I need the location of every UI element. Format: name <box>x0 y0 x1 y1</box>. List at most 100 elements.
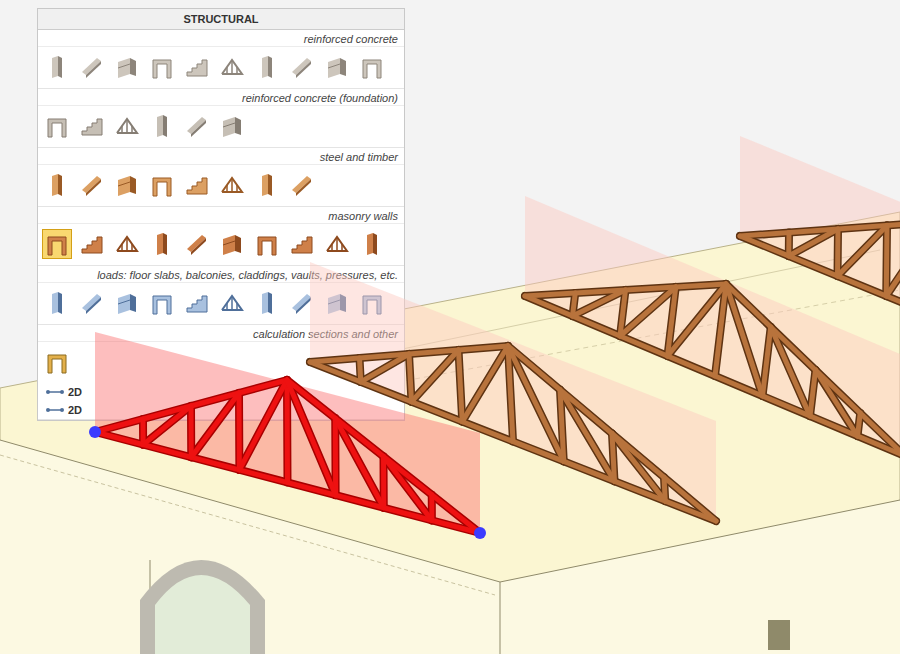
tool-button[interactable] <box>217 52 247 82</box>
structural-palette: STRUCTURALreinforced concretereinforced … <box>37 8 405 421</box>
window <box>768 620 790 650</box>
tool-button[interactable] <box>287 288 317 318</box>
tool-button[interactable] <box>77 229 107 259</box>
structure-element-icon <box>149 231 175 257</box>
icon-row <box>38 342 404 383</box>
structure-element-icon <box>324 54 350 80</box>
tool-button[interactable] <box>252 170 282 200</box>
structure-element-icon <box>184 54 210 80</box>
structure-element-icon <box>254 231 280 257</box>
tool-button[interactable] <box>147 229 177 259</box>
calculation-item[interactable]: 2D <box>38 383 404 401</box>
tool-button[interactable] <box>287 52 317 82</box>
tool-button[interactable] <box>77 170 107 200</box>
tool-button[interactable] <box>322 229 352 259</box>
structure-element-icon <box>44 54 70 80</box>
calculation-item[interactable]: 2D <box>38 401 404 419</box>
section-title: masonry walls <box>38 207 404 224</box>
structure-element-icon <box>149 172 175 198</box>
structure-element-icon <box>79 54 105 80</box>
structure-element-icon <box>324 231 350 257</box>
tool-button[interactable] <box>217 229 247 259</box>
tool-button[interactable] <box>42 52 72 82</box>
tool-button[interactable] <box>147 170 177 200</box>
grip-handle[interactable] <box>474 527 486 539</box>
tool-button[interactable] <box>42 288 72 318</box>
tool-button[interactable] <box>112 229 142 259</box>
tool-button[interactable] <box>112 170 142 200</box>
tool-button[interactable] <box>182 288 212 318</box>
palette-section: loads: floor slabs, balconies, claddings… <box>38 266 404 325</box>
tool-button[interactable] <box>357 288 387 318</box>
structure-element-icon <box>184 290 210 316</box>
icon-row <box>38 47 404 88</box>
selected-truss[interactable] <box>89 332 486 539</box>
tool-button[interactable] <box>147 111 177 141</box>
tool-button[interactable] <box>77 52 107 82</box>
tool-button[interactable] <box>42 111 72 141</box>
tool-button[interactable] <box>252 288 282 318</box>
structure-element-icon <box>44 113 70 139</box>
tool-button[interactable] <box>112 52 142 82</box>
tool-button[interactable] <box>322 288 352 318</box>
tool-button[interactable] <box>42 347 72 377</box>
palette-section: calculation sections and other 2D2D <box>38 325 404 420</box>
section-title: steel and timber <box>38 148 404 165</box>
timber-truss[interactable] <box>740 136 900 396</box>
structure-element-icon <box>289 290 315 316</box>
tool-button[interactable] <box>77 111 107 141</box>
arch-window <box>140 560 265 654</box>
truss-plane <box>740 136 900 396</box>
tool-button[interactable] <box>112 288 142 318</box>
structure-element-icon <box>219 290 245 316</box>
structure-element-icon <box>44 290 70 316</box>
section-title: reinforced concrete <box>38 30 404 47</box>
tool-button[interactable] <box>252 229 282 259</box>
timber-truss[interactable] <box>525 196 900 456</box>
tool-button[interactable] <box>182 170 212 200</box>
section-line-icon <box>46 386 64 398</box>
tool-button[interactable] <box>112 111 142 141</box>
grip-handle[interactable] <box>89 426 101 438</box>
palette-section: masonry walls <box>38 207 404 266</box>
tool-button[interactable] <box>182 229 212 259</box>
tool-button[interactable] <box>357 52 387 82</box>
tool-button[interactable] <box>77 288 107 318</box>
structure-element-icon <box>149 54 175 80</box>
structure-element-icon <box>359 231 385 257</box>
truss-plane <box>310 262 716 521</box>
structure-element-icon <box>184 231 210 257</box>
structure-element-icon <box>219 231 245 257</box>
structure-element-icon <box>289 172 315 198</box>
structure-element-icon <box>254 290 280 316</box>
section-title: calculation sections and other <box>38 325 404 342</box>
tool-button[interactable] <box>252 52 282 82</box>
structure-element-icon <box>324 290 350 316</box>
structure-element-icon <box>219 54 245 80</box>
structure-element-icon <box>184 113 210 139</box>
structure-element-icon <box>149 113 175 139</box>
timber-truss[interactable] <box>310 262 716 521</box>
tool-button[interactable] <box>147 52 177 82</box>
tool-button[interactable] <box>217 111 247 141</box>
section-line-icon <box>46 404 64 416</box>
tool-button[interactable] <box>357 229 387 259</box>
tool-button[interactable] <box>42 170 72 200</box>
truss-plane <box>525 196 900 456</box>
tool-button[interactable] <box>217 170 247 200</box>
tool-button[interactable] <box>217 288 247 318</box>
structure-element-icon <box>114 54 140 80</box>
tool-button[interactable] <box>287 170 317 200</box>
structure-element-icon <box>359 54 385 80</box>
structure-element-icon <box>79 113 105 139</box>
tool-button[interactable] <box>287 229 317 259</box>
structure-element-icon <box>289 54 315 80</box>
structure-element-icon <box>79 231 105 257</box>
tool-button[interactable] <box>182 111 212 141</box>
structure-element-icon <box>254 172 280 198</box>
tool-button[interactable] <box>42 229 72 259</box>
tool-button[interactable] <box>147 288 177 318</box>
structure-element-icon <box>184 172 210 198</box>
tool-button[interactable] <box>182 52 212 82</box>
tool-button[interactable] <box>322 52 352 82</box>
